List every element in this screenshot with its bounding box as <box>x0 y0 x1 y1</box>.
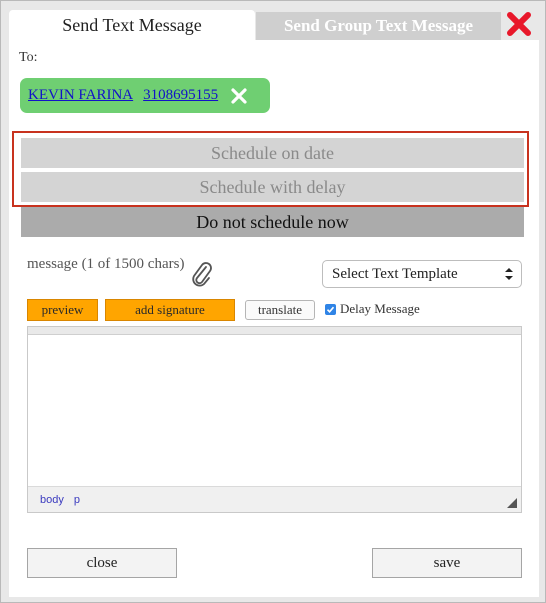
preview-button[interactable]: preview <box>27 299 98 321</box>
select-arrows-icon <box>505 268 513 280</box>
save-button[interactable]: save <box>372 548 522 578</box>
tab-label: Send Group Text Message <box>283 16 474 35</box>
schedule-on-date-button[interactable]: Schedule on date <box>21 138 524 168</box>
text-template-select[interactable]: Select Text Template <box>322 260 522 288</box>
check-icon <box>326 306 335 313</box>
tab-send-text-message[interactable]: Send Text Message <box>9 10 255 40</box>
template-selected-value: Select Text Template <box>332 265 458 282</box>
recipient-name-link[interactable]: KEVIN FARINA <box>28 87 133 104</box>
schedule-with-delay-button[interactable]: Schedule with delay <box>21 172 524 202</box>
tab-label: Send Text Message <box>62 14 202 35</box>
add-signature-label: add signature <box>135 302 205 317</box>
translate-label: translate <box>257 302 303 317</box>
editor-spacer <box>27 513 522 533</box>
editor-path-bar: body p <box>28 486 521 512</box>
recipient-phone-link[interactable]: 3108695155 <box>143 87 218 104</box>
preview-label: preview <box>41 302 84 317</box>
delay-message-checkbox[interactable] <box>325 303 336 315</box>
close-label: close <box>86 554 118 571</box>
message-char-count: message (1 of 1500 chars) <box>27 256 185 272</box>
save-label: save <box>433 554 461 571</box>
add-signature-button[interactable]: add signature <box>105 299 235 321</box>
paperclip-icon[interactable] <box>189 260 215 288</box>
tab-send-group-text-message[interactable]: Send Group Text Message <box>256 12 501 40</box>
message-textarea[interactable] <box>28 335 521 485</box>
recipient-chip: KEVIN FARINA 3108695155 <box>20 78 270 113</box>
resize-grip-icon[interactable] <box>507 498 517 508</box>
message-editor: body p <box>27 326 522 513</box>
editor-toolbar <box>28 327 521 335</box>
schedule-with-delay-label: Schedule with delay <box>199 176 346 197</box>
delay-message-label: Delay Message <box>340 301 420 316</box>
translate-button[interactable]: translate <box>245 300 315 320</box>
path-element-body[interactable]: body <box>40 494 64 506</box>
close-button[interactable]: close <box>27 548 177 578</box>
do-not-schedule-label: Do not schedule now <box>196 211 349 232</box>
close-icon[interactable] <box>505 10 533 38</box>
path-element-p[interactable]: p <box>74 494 80 506</box>
remove-recipient-icon[interactable] <box>230 87 248 105</box>
do-not-schedule-button[interactable]: Do not schedule now <box>21 207 524 237</box>
schedule-on-date-label: Schedule on date <box>211 142 334 163</box>
delay-message-option[interactable]: Delay Message <box>325 301 420 317</box>
to-label: To: <box>19 50 38 65</box>
